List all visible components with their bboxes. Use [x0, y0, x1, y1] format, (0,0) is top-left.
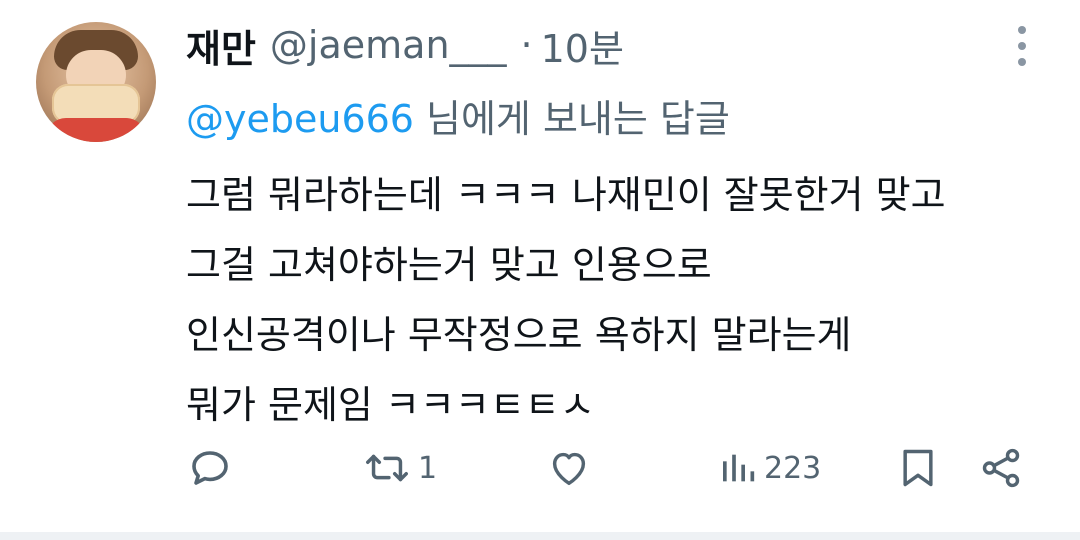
views-count: 223 — [764, 450, 822, 486]
like-button[interactable] — [546, 440, 592, 496]
reply-button[interactable] — [186, 440, 234, 496]
reply-mention-link[interactable]: @yebeu666 — [186, 97, 414, 141]
views-button[interactable]: 223 — [718, 440, 821, 496]
retweet-icon — [366, 454, 408, 482]
more-options-icon[interactable] — [1010, 26, 1034, 70]
tweet-header: 재만 @jaeman___ · 10분 — [186, 18, 624, 72]
author-name[interactable]: 재만 — [186, 18, 256, 73]
author-handle[interactable]: @jaeman___ — [270, 23, 507, 67]
retweet-button[interactable]: 1 — [362, 440, 437, 496]
reply-context: @yebeu666 님에게 보내는 답글 — [186, 88, 730, 143]
timestamp[interactable]: 10분 — [541, 18, 624, 73]
tweet-actions: 1 223 — [0, 440, 1080, 496]
bookmark-button[interactable] — [896, 440, 940, 496]
reply-context-text: 님에게 보내는 답글 — [425, 97, 730, 141]
retweet-count: 1 — [418, 450, 438, 486]
share-icon — [982, 448, 1020, 488]
tweet[interactable]: 재만 @jaeman___ · 10분 @yebeu666 님에게 보내는 답글 … — [0, 0, 1080, 540]
share-button[interactable] — [978, 440, 1024, 496]
tweet-text-line: 인신공격이나 무작정으로 욕하지 말라는게 — [186, 313, 852, 357]
bookmark-icon — [903, 449, 933, 487]
tweet-text-line: 그걸 고쳐야하는거 맞고 인용으로 — [186, 243, 712, 287]
time-separator: · — [520, 23, 533, 67]
reply-icon — [192, 451, 228, 485]
views-icon — [723, 454, 755, 482]
avatar-shirt — [46, 118, 146, 142]
tweet-text-line: 뭐가 문제임 ㅋㅋㅋㅌㅌㅅ — [186, 383, 595, 427]
tweet-text: 그럼 뭐라하는데 ㅋㅋㅋ 나재민이 잘못한거 맞고 그걸 고쳐야하는거 맞고 인… — [186, 160, 946, 440]
heart-icon — [552, 452, 586, 486]
avatar[interactable] — [36, 22, 156, 142]
divider — [0, 532, 1080, 540]
tweet-text-line: 그럼 뭐라하는데 ㅋㅋㅋ 나재민이 잘못한거 맞고 — [186, 173, 946, 217]
